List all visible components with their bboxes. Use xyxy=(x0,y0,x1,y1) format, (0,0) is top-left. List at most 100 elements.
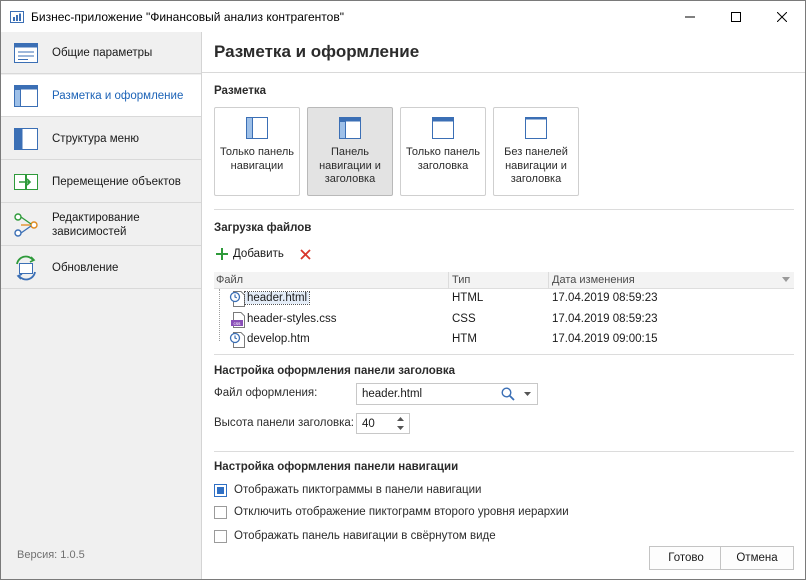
checkbox-label: Отображать панель навигации в свёрнутом … xyxy=(234,530,496,542)
close-button[interactable] xyxy=(759,1,805,32)
file-name: develop.htm xyxy=(247,333,310,345)
layout-nav-header-icon xyxy=(339,117,361,139)
show-nav-icons-checkbox[interactable]: Отображать пиктограммы в панели навигаци… xyxy=(214,482,481,498)
design-file-value: header.html xyxy=(362,388,423,400)
files-grid-header: Файл Тип Дата изменения xyxy=(214,272,794,289)
layout-nav-only-icon xyxy=(246,117,268,139)
file-type: CSS xyxy=(452,313,476,325)
search-icon[interactable] xyxy=(501,387,515,401)
collapsed-nav-checkbox[interactable]: Отображать панель навигации в свёрнутом … xyxy=(214,528,496,544)
section-divider xyxy=(214,209,794,210)
file-type: HTML xyxy=(452,292,484,304)
column-header-type[interactable]: Тип xyxy=(452,274,470,286)
nav-panel-section-title: Настройка оформления панели навигации xyxy=(214,461,459,473)
column-divider xyxy=(448,272,449,289)
window-title: Бизнес-приложение "Финансовый анализ кон… xyxy=(31,9,344,24)
design-file-combobox[interactable]: header.html xyxy=(356,383,538,405)
svg-text:css: css xyxy=(234,321,242,326)
file-date: 17.04.2019 08:59:23 xyxy=(552,292,658,304)
delete-file-button[interactable] xyxy=(300,248,311,260)
section-divider xyxy=(214,354,794,355)
layout-option-label: Без панелей навигации и заголовка xyxy=(504,146,568,185)
file-date: 17.04.2019 08:59:23 xyxy=(552,313,658,325)
checkbox-unchecked[interactable] xyxy=(214,505,227,519)
files-toolbar: Добавить xyxy=(216,244,311,264)
file-type: HTM xyxy=(452,333,477,345)
file-date: 17.04.2019 09:00:15 xyxy=(552,333,658,345)
file-name: header-styles.css xyxy=(247,313,337,325)
header-height-value: 40 xyxy=(362,418,375,430)
delete-icon xyxy=(300,248,311,260)
cancel-button[interactable]: Отмена xyxy=(720,546,794,570)
sidebar-item-menu-structure[interactable]: Структура меню xyxy=(1,118,201,160)
checkbox-unchecked[interactable] xyxy=(214,529,227,543)
section-divider xyxy=(214,451,794,452)
app-icon xyxy=(10,10,24,23)
checkbox-checked[interactable] xyxy=(214,483,227,497)
html-file-icon xyxy=(229,332,245,348)
table-row[interactable]: develop.htm HTM 17.04.2019 09:00:15 xyxy=(214,330,794,350)
sidebar-item-general[interactable]: Общие параметры xyxy=(1,32,201,74)
general-settings-icon xyxy=(14,42,38,63)
spin-up-icon[interactable] xyxy=(397,417,404,421)
layout-option-label: Только панель навигации xyxy=(219,146,295,172)
layout-none-icon xyxy=(525,117,547,139)
sidebar-item-layout[interactable]: Разметка и оформление xyxy=(1,75,201,117)
layout-option-nav-and-header[interactable]: Панель навигации и заголовка xyxy=(307,107,393,196)
design-file-label: Файл оформления: xyxy=(214,387,318,399)
minimize-button[interactable] xyxy=(667,1,713,32)
layout-option-header-only[interactable]: Только панель заголовка xyxy=(400,107,486,196)
done-button[interactable]: Готово xyxy=(649,546,723,570)
table-row[interactable]: css header-styles.css CSS 17.04.2019 08:… xyxy=(214,310,794,330)
add-file-label: Добавить xyxy=(233,248,284,260)
layout-icon xyxy=(14,84,38,107)
sidebar-item-label: Общие параметры xyxy=(52,46,153,59)
header-height-stepper[interactable]: 40 xyxy=(356,413,410,434)
spin-down-icon[interactable] xyxy=(397,426,404,430)
sidebar-item-refresh[interactable]: Обновление xyxy=(1,247,201,289)
file-name: header.html xyxy=(243,291,311,305)
chevron-down-icon[interactable] xyxy=(524,392,531,396)
layout-option-label: Панель навигации и заголовка xyxy=(319,146,381,185)
sidebar-item-move-objects[interactable]: Перемещение объектов xyxy=(1,161,201,203)
app-window: Бизнес-приложение "Финансовый анализ кон… xyxy=(0,0,806,580)
move-objects-icon xyxy=(14,173,38,190)
add-file-button[interactable]: Добавить xyxy=(216,248,284,260)
version-label: Версия: 1.0.5 xyxy=(17,549,85,561)
header-panel-section-title: Настройка оформления панели заголовка xyxy=(214,365,455,377)
maximize-button[interactable] xyxy=(713,1,759,32)
window-controls xyxy=(667,1,805,32)
sidebar: Общие параметры Разметка и оформление Ст… xyxy=(1,32,202,579)
refresh-icon xyxy=(16,255,36,280)
sidebar-item-dependencies[interactable]: Редактирование зависимостей xyxy=(1,204,201,246)
layout-option-label: Только панель заголовка xyxy=(405,146,481,172)
menu-structure-icon xyxy=(14,127,38,150)
main-panel: Разметка и оформление Разметка Только па… xyxy=(202,32,805,579)
page-title: Разметка и оформление xyxy=(214,42,420,61)
header-height-label: Высота панели заголовка: xyxy=(214,417,354,429)
sidebar-item-label: Разметка и оформление xyxy=(52,89,184,102)
css-file-icon: css xyxy=(231,312,245,328)
checkbox-label: Отображать пиктограммы в панели навигаци… xyxy=(234,484,482,496)
column-header-date[interactable]: Дата изменения xyxy=(552,274,635,286)
plus-icon xyxy=(216,248,228,260)
files-section-title: Загрузка файлов xyxy=(214,222,312,234)
dependencies-icon xyxy=(14,212,38,237)
sidebar-item-label: Обновление xyxy=(52,261,119,274)
layout-section-title: Разметка xyxy=(214,85,267,97)
title-divider xyxy=(202,72,805,73)
sidebar-item-label: Редактирование зависимостей xyxy=(52,211,140,238)
maximize-icon xyxy=(731,11,741,22)
checkbox-label: Отключить отображение пиктограмм второго… xyxy=(234,506,569,518)
disable-second-level-icons-checkbox[interactable]: Отключить отображение пиктограмм второго… xyxy=(214,504,569,520)
title-bar: Бизнес-приложение "Финансовый анализ кон… xyxy=(1,1,805,32)
sidebar-item-label: Перемещение объектов xyxy=(52,175,181,188)
column-menu-arrow-icon[interactable] xyxy=(782,277,790,283)
close-icon xyxy=(777,11,787,22)
column-header-file[interactable]: Файл xyxy=(216,274,243,286)
layout-option-nav-only[interactable]: Только панель навигации xyxy=(214,107,300,196)
sidebar-item-label: Структура меню xyxy=(52,132,140,145)
table-row[interactable]: header.html HTML 17.04.2019 08:59:23 xyxy=(214,289,794,309)
minimize-icon xyxy=(685,16,695,17)
layout-option-none[interactable]: Без панелей навигации и заголовка xyxy=(493,107,579,196)
